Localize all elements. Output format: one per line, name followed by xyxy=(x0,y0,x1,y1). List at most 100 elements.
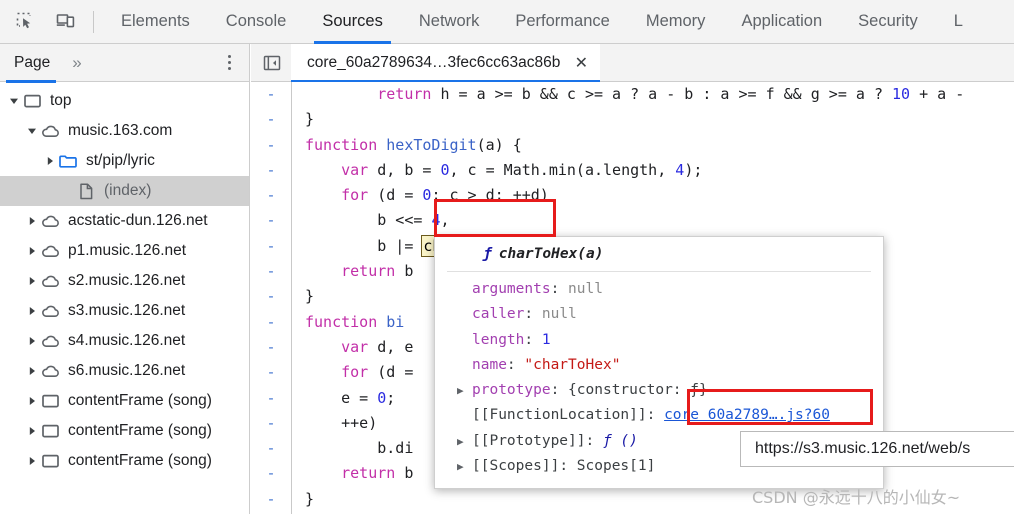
chevron-right-icon[interactable] xyxy=(25,306,39,316)
gutter-mark[interactable]: - xyxy=(251,208,291,233)
navigator-sidebar: Page » top music.163.com st/pip/lyric (inde… xyxy=(0,44,250,514)
chevron-right-icon[interactable] xyxy=(25,216,39,226)
tab-console[interactable]: Console xyxy=(208,0,305,44)
sidebar-tab-page[interactable]: Page xyxy=(0,44,62,83)
tab-elements[interactable]: Elements xyxy=(103,0,208,44)
gutter-mark[interactable]: - xyxy=(251,234,291,259)
tree-item-label: contentFrame (song) xyxy=(68,452,212,469)
gutter-mark[interactable]: - xyxy=(251,82,291,107)
code-token: 0 xyxy=(377,388,387,407)
popover-property-row[interactable]: ▶length: 1 xyxy=(435,328,883,353)
gutter-mark[interactable]: - xyxy=(251,335,291,360)
popover-property-row[interactable]: ▶[[FunctionLocation]]: core_60a2789….js?… xyxy=(435,403,883,428)
tab-memory[interactable]: Memory xyxy=(628,0,724,44)
popover-property-row[interactable]: ▶arguments: null xyxy=(435,277,883,302)
gutter-mark[interactable]: - xyxy=(251,107,291,132)
status-url-text: https://s3.music.126.net/web/s xyxy=(755,440,971,457)
chevron-down-icon[interactable] xyxy=(7,96,21,106)
tab-l[interactable]: L xyxy=(936,0,963,44)
gutter-mark[interactable]: - xyxy=(251,411,291,436)
chevron-right-icon[interactable] xyxy=(25,456,39,466)
tree-item[interactable]: s6.music.126.net xyxy=(0,356,249,386)
tree-item[interactable]: st/pip/lyric xyxy=(0,146,249,176)
tab-network[interactable]: Network xyxy=(401,0,498,44)
tree-item[interactable]: p1.music.126.net xyxy=(0,236,249,266)
tree-item-label: s3.music.126.net xyxy=(68,302,186,319)
code-token: 10 xyxy=(892,85,911,103)
gutter-mark[interactable]: - xyxy=(251,487,291,512)
close-icon[interactable]: ✕ xyxy=(572,54,590,72)
tree-item[interactable]: acstatic-dun.126.net xyxy=(0,206,249,236)
gutter-mark[interactable]: - xyxy=(251,183,291,208)
more-options-icon[interactable] xyxy=(219,53,239,73)
property-separator: : xyxy=(506,356,525,373)
function-location-link[interactable]: core_60a2789….js?60 xyxy=(664,403,830,428)
inspect-element-icon[interactable] xyxy=(8,5,42,39)
gutter-mark[interactable]: - xyxy=(251,259,291,284)
tab-security[interactable]: Security xyxy=(840,0,936,44)
gutter-mark[interactable]: - xyxy=(251,284,291,309)
tab-sources[interactable]: Sources xyxy=(304,0,401,44)
cloud-icon xyxy=(39,364,61,379)
chevron-right-icon[interactable] xyxy=(25,366,39,376)
gutter-mark[interactable]: - xyxy=(251,386,291,411)
tree-item[interactable]: contentFrame (song) xyxy=(0,386,249,416)
tree-item[interactable]: (index) xyxy=(0,176,249,206)
code-token: e = xyxy=(305,388,378,407)
code-token: d, e xyxy=(368,337,414,356)
code-token: function xyxy=(305,135,387,154)
tab-label: Performance xyxy=(515,12,610,30)
chevron-right-icon[interactable] xyxy=(25,336,39,346)
chevron-right-icon[interactable] xyxy=(25,426,39,436)
tab-application[interactable]: Application xyxy=(723,0,840,44)
code-token: for xyxy=(341,363,369,382)
expand-triangle-icon[interactable]: ▶ xyxy=(457,454,472,479)
tree-item[interactable]: top xyxy=(0,86,249,116)
property-separator: : xyxy=(524,331,542,348)
device-toolbar-icon[interactable] xyxy=(48,5,82,39)
cloud-icon xyxy=(39,124,61,139)
popover-property-row[interactable]: ▶ prototype: {constructor: ƒ} xyxy=(435,378,883,403)
gutter-mark[interactable]: - xyxy=(251,436,291,461)
gutter-mark[interactable]: - xyxy=(251,158,291,183)
gutter-mark[interactable]: - xyxy=(251,461,291,486)
gutter-mark[interactable]: - xyxy=(251,360,291,385)
more-tabs-icon[interactable]: » xyxy=(62,53,89,73)
editor-tab-file[interactable]: core_60a2789634…3fec6cc63ac86b ✕ xyxy=(291,44,601,83)
property-separator: : xyxy=(585,432,603,449)
chevron-right-icon[interactable] xyxy=(43,156,57,166)
tab-performance[interactable]: Performance xyxy=(497,0,627,44)
code-token: var xyxy=(341,160,369,179)
property-value: 1 xyxy=(541,331,551,348)
tree-item[interactable]: contentFrame (song) xyxy=(0,446,249,476)
tree-item-label: contentFrame (song) xyxy=(68,422,212,439)
gutter-mark[interactable]: - xyxy=(251,310,291,335)
expand-triangle-icon[interactable]: ▶ xyxy=(457,429,472,454)
popover-property-row[interactable]: ▶name: "charToHex" xyxy=(435,353,883,378)
property-key: [[FunctionLocation]] xyxy=(472,407,647,424)
navigator-header: Page » xyxy=(0,44,249,83)
tree-item[interactable]: s4.music.126.net xyxy=(0,326,249,356)
chevron-down-icon[interactable] xyxy=(25,126,39,136)
chevron-right-icon[interactable] xyxy=(25,246,39,256)
chevron-right-icon[interactable] xyxy=(25,396,39,406)
tree-item[interactable]: contentFrame (song) xyxy=(0,416,249,446)
property-value: null xyxy=(541,306,577,323)
popover-property-row[interactable]: ▶caller: null xyxy=(435,302,883,327)
expand-triangle-icon[interactable]: ▶ xyxy=(457,378,472,403)
code-token: (d = xyxy=(368,186,423,205)
line-gutter: ----------------- xyxy=(251,82,292,514)
tab-label: Security xyxy=(858,12,918,30)
tree-item-label: p1.music.126.net xyxy=(68,242,187,259)
code-token: + a - xyxy=(910,85,974,103)
tree-item[interactable]: music.163.com xyxy=(0,116,249,146)
tree-item[interactable]: s2.music.126.net xyxy=(0,266,249,296)
code-token: ; xyxy=(386,388,405,407)
gutter-mark[interactable]: - xyxy=(251,133,291,158)
code-token: hexToDigit xyxy=(386,135,477,154)
chevron-right-icon[interactable] xyxy=(25,276,39,286)
panel-tabs: Elements Console Sources Network Performance… xyxy=(103,0,1014,44)
show-navigator-icon[interactable] xyxy=(259,50,285,76)
tree-item[interactable]: s3.music.126.net xyxy=(0,296,249,326)
